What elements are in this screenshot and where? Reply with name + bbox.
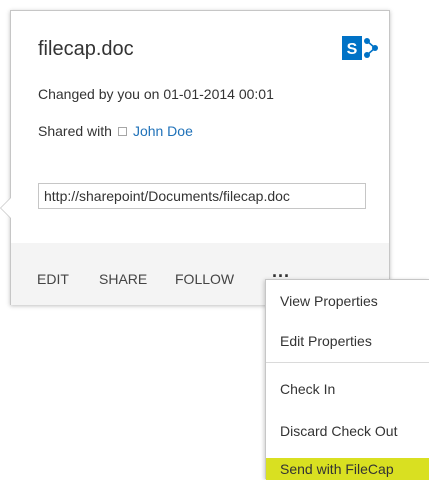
document-title[interactable]: filecap.doc (38, 38, 134, 61)
shared-person-link[interactable]: John Doe (133, 123, 193, 139)
shared-with-row: Shared with John Doe (38, 123, 193, 139)
menu-divider (266, 362, 429, 363)
document-callout: filecap.doc S Changed by you on 01-01-20… (0, 10, 390, 305)
presence-icon (117, 126, 127, 136)
callout-pointer (0, 197, 11, 219)
last-modified-text: Changed by you on 01-01-2014 00:01 (38, 86, 274, 102)
menu-item-edit-properties[interactable]: Edit Properties (266, 330, 429, 352)
svg-text:S: S (347, 41, 358, 58)
share-button[interactable]: SHARE (99, 271, 147, 287)
menu-item-discard-check-out[interactable]: Discard Check Out (266, 420, 429, 442)
menu-item-check-in[interactable]: Check In (266, 378, 429, 400)
document-url-field[interactable] (38, 183, 366, 209)
menu-item-view-properties[interactable]: View Properties (266, 290, 429, 312)
follow-button[interactable]: FOLLOW (175, 271, 234, 287)
menu-item-send-with-filecap[interactable]: Send with FileCap (266, 458, 429, 480)
edit-button[interactable]: EDIT (37, 271, 69, 287)
more-options-menu: View Properties Edit Properties Check In… (265, 279, 429, 480)
shared-with-label: Shared with (38, 123, 112, 139)
sharepoint-logo-icon: S (342, 36, 378, 60)
